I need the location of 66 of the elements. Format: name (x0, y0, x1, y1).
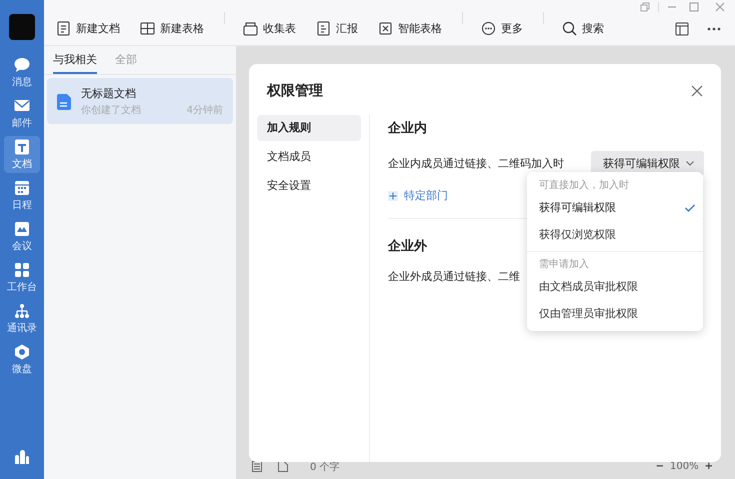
outline-icon[interactable] (252, 461, 262, 472)
dropdown-option[interactable]: 由文档成员审批权限 (527, 273, 703, 300)
org-chart-icon (14, 302, 30, 318)
more-icon (481, 21, 496, 36)
group-heading: 可直接加入，加入时 (538, 178, 630, 193)
group-heading: 需申请加入 (538, 258, 590, 272)
nav-item[interactable]: 微盘 (4, 341, 40, 378)
nav-item[interactable]: 通讯录 (4, 300, 40, 337)
nav-item[interactable]: 日程 (4, 177, 40, 214)
chat-bubble-icon (14, 56, 30, 72)
dialog-title: 权限管理 (267, 82, 323, 100)
settings-menu-item[interactable]: 加入规则 (257, 115, 361, 141)
toolbar-button[interactable]: 搜索 (562, 21, 604, 36)
settings-menu-item[interactable]: 文档成员 (257, 144, 361, 170)
close-icon[interactable] (691, 85, 703, 97)
document-subtitle: 你创建了文档 (81, 104, 141, 117)
nav-item[interactable]: 文档 (4, 136, 40, 173)
toolbar-button[interactable]: 更多 (481, 21, 523, 36)
bar-chart-icon (14, 449, 30, 465)
envelope-icon (14, 98, 30, 114)
document-item[interactable]: 无标题文档 你创建了文档 4分钟前 (47, 78, 233, 124)
dropdown-option[interactable]: 仅由管理员审批权限 (527, 300, 703, 327)
zoom-out-button[interactable]: − (656, 461, 664, 472)
add-department-link[interactable]: 特定部门 (388, 188, 448, 203)
page-icon[interactable] (278, 461, 288, 472)
zoom-level: 100% (670, 461, 699, 472)
section-heading: 企业内 (388, 120, 428, 137)
nav-item[interactable]: 消息 (4, 54, 40, 91)
toolbar-button[interactable]: 新建文档 (56, 21, 120, 36)
rule-text: 企业内成员通过链接、二维码加入时 (388, 156, 564, 171)
smart-table-icon (378, 21, 393, 36)
document-icon (57, 94, 71, 110)
settings-menu-item[interactable]: 安全设置 (257, 173, 361, 199)
grid-icon (14, 262, 30, 278)
plus-icon (388, 190, 398, 200)
app-logo (9, 14, 35, 40)
report-icon (316, 21, 331, 36)
document-time: 4分钟前 (186, 104, 223, 117)
section-heading: 企业外 (388, 238, 428, 255)
check-icon (685, 204, 695, 212)
toolbar-button[interactable]: 新建表格 (140, 21, 204, 36)
mountain-icon (14, 220, 30, 236)
document-title: 无标题文档 (81, 86, 137, 101)
toolbar-button[interactable]: 汇报 (316, 21, 358, 36)
layout-icon[interactable] (675, 22, 689, 36)
document-icon (56, 21, 71, 36)
dropdown-option[interactable]: 获得可编辑权限 (527, 194, 703, 221)
toolbar-button[interactable]: 智能表格 (378, 21, 442, 36)
dropdown-option[interactable]: 获得仅浏览权限 (527, 221, 703, 248)
list-tab[interactable]: 与我相关 (53, 50, 97, 74)
word-count: 0 个字 (310, 460, 340, 474)
calendar-icon (14, 180, 30, 196)
chevron-down-icon (686, 161, 694, 166)
document-icon (14, 138, 30, 154)
zoom-in-button[interactable]: + (704, 461, 713, 472)
rule-text: 企业外成员通过链接、二维 (388, 269, 520, 284)
hexagon-icon (14, 344, 30, 360)
search-icon (562, 21, 577, 36)
box-icon (243, 21, 258, 36)
toolbar-button[interactable]: 收集表 (243, 21, 296, 36)
maximize-icon[interactable] (689, 2, 699, 12)
close-icon[interactable] (715, 2, 725, 12)
table-icon (140, 21, 155, 36)
nav-item[interactable]: 工作台 (4, 259, 40, 296)
nav-item[interactable]: 会议 (4, 218, 40, 255)
nav-item[interactable]: 邮件 (4, 95, 40, 132)
